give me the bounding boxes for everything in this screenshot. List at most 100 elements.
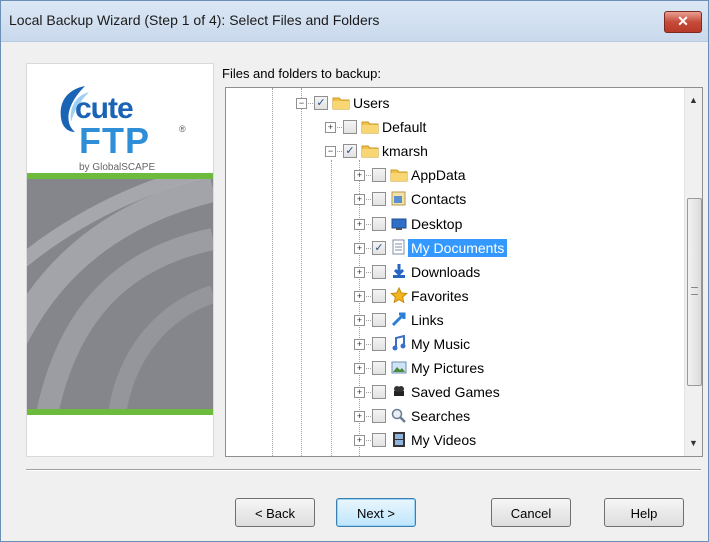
tree-item-checkbox[interactable]: ✓ xyxy=(372,240,386,255)
window-title: Local Backup Wizard (Step 1 of 4): Selec… xyxy=(9,12,380,28)
tree-item[interactable]: + Downloads xyxy=(226,261,676,285)
tree-connector xyxy=(364,416,371,418)
tree-item[interactable]: + My Music xyxy=(226,333,676,357)
tree-item-label[interactable]: My Videos xyxy=(408,431,479,449)
contacts-icon xyxy=(391,191,406,206)
tree-item[interactable]: + Desktop xyxy=(226,213,676,237)
expand-icon[interactable]: + xyxy=(354,435,365,447)
tree-item-checkbox[interactable] xyxy=(343,120,357,135)
expand-icon[interactable]: + xyxy=(354,411,365,423)
music-icon xyxy=(392,335,406,351)
tree-item-checkbox[interactable] xyxy=(372,385,386,400)
cancel-button[interactable]: Cancel xyxy=(491,498,571,527)
close-button[interactable]: ✕ xyxy=(664,11,702,33)
expand-icon[interactable]: + xyxy=(354,194,365,206)
tree-item-checkbox[interactable] xyxy=(372,288,386,303)
tree-item-checkbox[interactable] xyxy=(372,312,386,327)
expand-icon[interactable]: + xyxy=(325,122,336,134)
tree-item[interactable]: + Favorites xyxy=(226,285,676,309)
searches-icon xyxy=(391,409,406,424)
expand-icon[interactable]: + xyxy=(354,242,365,254)
expand-icon[interactable]: + xyxy=(354,290,365,302)
tree-item-label[interactable]: My Pictures xyxy=(408,359,487,377)
tree-item-label[interactable]: Users xyxy=(350,94,393,112)
tree-item-checkbox[interactable] xyxy=(372,216,386,231)
tree-item[interactable]: + AppData xyxy=(226,164,676,188)
tree-item-label[interactable]: Searches xyxy=(408,407,473,425)
tree-connector xyxy=(364,223,371,225)
tree-connector xyxy=(335,127,342,129)
scroll-down-arrow-icon[interactable]: ▼ xyxy=(685,435,702,452)
logo-registered-mark: ® xyxy=(179,124,186,134)
tree-item[interactable]: + Searches xyxy=(226,405,676,429)
favorites-icon xyxy=(390,286,408,303)
expand-icon[interactable]: + xyxy=(354,266,365,278)
tree-connector xyxy=(364,199,371,201)
expand-icon[interactable]: + xyxy=(354,339,365,350)
tree-item[interactable]: + My Videos xyxy=(226,429,676,453)
folder-tree[interactable]: − ✓ Users + Default − ✓ kmarsh + AppData + Contacts… xyxy=(225,87,703,457)
decorative-arcs-icon xyxy=(27,179,213,414)
expand-icon[interactable]: + xyxy=(354,314,365,326)
folder-icon xyxy=(361,121,379,134)
vertical-scrollbar[interactable]: ▲ ▼ xyxy=(684,88,702,456)
tree-item-checkbox[interactable]: ✓ xyxy=(314,96,328,110)
pictures-icon xyxy=(391,361,407,374)
tree-item[interactable]: − ✓ Users xyxy=(226,92,676,116)
logo-decorative-graphic xyxy=(27,179,213,414)
scroll-up-arrow-icon[interactable]: ▲ xyxy=(685,92,702,109)
downloads-icon xyxy=(393,263,405,278)
tree-item[interactable]: + Default xyxy=(226,116,676,140)
tree-connector xyxy=(364,368,371,370)
tree-item-label[interactable]: Contacts xyxy=(408,190,469,208)
tree-item-checkbox[interactable]: ✓ xyxy=(343,144,357,159)
tree-item[interactable]: − ✓ kmarsh xyxy=(226,140,676,164)
folder-icon xyxy=(332,97,350,110)
title-bar[interactable]: Local Backup Wizard (Step 1 of 4): Selec… xyxy=(1,1,708,42)
tree-item-checkbox[interactable] xyxy=(372,168,386,183)
tree-item-checkbox[interactable] xyxy=(372,409,386,424)
tree-item-checkbox[interactable] xyxy=(372,192,386,207)
tree-item[interactable]: + Contacts xyxy=(226,188,676,212)
tree-item-label[interactable]: Favorites xyxy=(408,287,472,305)
help-button[interactable]: Help xyxy=(604,498,684,527)
tree-item-label[interactable]: kmarsh xyxy=(379,142,431,160)
expand-icon[interactable]: + xyxy=(354,170,365,182)
close-icon: ✕ xyxy=(677,13,689,29)
tree-item-label[interactable]: Default xyxy=(379,118,429,136)
scrollbar-thumb[interactable] xyxy=(687,198,702,386)
expand-icon[interactable]: + xyxy=(354,363,365,375)
saved-games-icon xyxy=(394,386,404,397)
collapse-icon[interactable]: − xyxy=(296,98,307,109)
tree-item[interactable]: + My Pictures xyxy=(226,357,676,381)
tree-item[interactable]: + Links xyxy=(226,309,676,333)
tree-item-checkbox[interactable] xyxy=(372,433,386,448)
tree-item-label[interactable]: Saved Games xyxy=(408,383,503,401)
documents-icon xyxy=(392,239,405,255)
collapse-icon[interactable]: − xyxy=(325,146,336,158)
tree-item-label[interactable]: My Music xyxy=(408,335,473,353)
tree-connector xyxy=(364,440,371,442)
tree-item-label[interactable]: Links xyxy=(408,311,447,329)
folder-icon xyxy=(361,145,379,158)
next-button[interactable]: Next > xyxy=(336,498,416,527)
logo-byline: by GlobalSCAPE xyxy=(79,162,156,173)
tree-item-label[interactable]: Desktop xyxy=(408,215,465,233)
tree-item[interactable]: + Saved Games xyxy=(226,381,676,405)
wizard-window: Local Backup Wizard (Step 1 of 4): Selec… xyxy=(0,0,709,542)
tree-item-label[interactable]: AppData xyxy=(408,166,468,184)
tree-item-checkbox[interactable] xyxy=(372,264,386,279)
tree-item-label[interactable]: My Documents xyxy=(408,238,508,257)
expand-icon[interactable]: + xyxy=(354,387,365,399)
links-icon xyxy=(391,312,406,326)
tree-item-checkbox[interactable] xyxy=(372,337,386,351)
tree-connector xyxy=(364,344,371,345)
tree-connector xyxy=(364,392,371,394)
tree-item-checkbox[interactable] xyxy=(372,361,386,376)
back-button[interactable]: < Back xyxy=(235,498,315,527)
footer-separator xyxy=(26,469,701,471)
tree-item-label[interactable]: Downloads xyxy=(408,263,483,281)
logo-text-ftp: FTP xyxy=(79,120,150,161)
tree-item[interactable]: + ✓ My Documents xyxy=(226,237,676,261)
expand-icon[interactable]: + xyxy=(354,218,365,230)
